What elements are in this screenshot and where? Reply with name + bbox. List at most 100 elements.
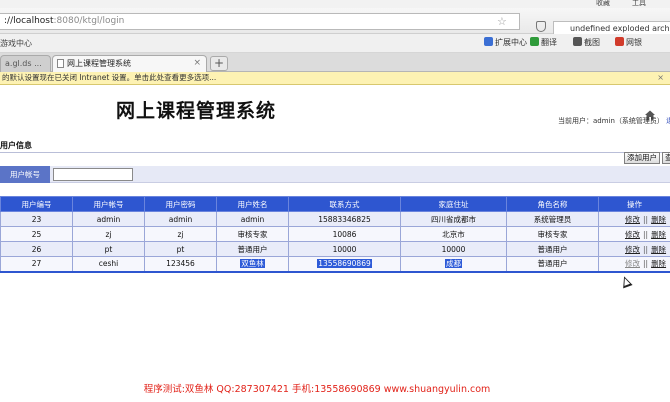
- cell-address: 北京市: [400, 226, 507, 242]
- current-user-name: admin: [593, 117, 615, 125]
- close-icon[interactable]: ×: [657, 72, 664, 84]
- close-icon[interactable]: ×: [193, 56, 201, 71]
- cell-role: 普通用户: [506, 241, 599, 257]
- bookmark-star-icon[interactable]: ☆: [497, 15, 507, 28]
- cell-id: 27: [0, 256, 73, 273]
- cell-address: 10000: [400, 241, 507, 257]
- address-bar: ://localhost:8080/ktgl/login ☆ undefined…: [0, 8, 670, 36]
- add-user-button[interactable]: 添加用户: [624, 152, 660, 164]
- search-label: 用户帐号: [0, 166, 50, 183]
- cell-actions: 修改 || 删除: [598, 226, 670, 242]
- url-host: ://localhost: [4, 16, 54, 26]
- cell-role: 审核专家: [506, 226, 599, 242]
- cell-account: zj: [72, 226, 145, 242]
- shield-icon[interactable]: [536, 21, 546, 32]
- user-table: 用户编号 用户帐号 用户密码 用户姓名 联系方式 家庭住址 角色名称 操作 23…: [0, 196, 670, 273]
- cell-password: pt: [144, 241, 217, 257]
- cell-name: 双鱼林: [216, 256, 289, 273]
- bookmark-screenshot[interactable]: 截图: [573, 37, 600, 49]
- column-header: 家庭住址: [400, 196, 507, 212]
- selected-text: 成都: [445, 259, 462, 269]
- action-separator: ||: [643, 259, 649, 269]
- cell-actions: 修改 || 删除: [598, 256, 670, 273]
- cell-role: 系统管理员: [506, 211, 599, 227]
- cell-password: zj: [144, 226, 217, 242]
- cell-password: 123456: [144, 256, 217, 273]
- browser-top-strip: 收藏 工具: [0, 0, 670, 8]
- column-header: 操作: [598, 196, 670, 212]
- cell-account: admin: [72, 211, 145, 227]
- cell-actions: 修改 || 删除: [598, 241, 670, 257]
- table-row: 23 admin admin admin 15883346825 四川省成都市 …: [0, 211, 670, 227]
- cell-role: 普通用户: [506, 256, 599, 273]
- cell-name: admin: [216, 211, 289, 227]
- column-header: 用户密码: [144, 196, 217, 212]
- bookmark-game-center[interactable]: 游戏中心: [0, 38, 32, 49]
- action-separator: ||: [643, 214, 649, 224]
- url-input[interactable]: ://localhost:8080/ktgl/login: [0, 13, 520, 30]
- selected-text: 双鱼林: [240, 259, 265, 269]
- action-separator: ||: [643, 229, 649, 239]
- cell-phone: 10086: [288, 226, 401, 242]
- mouse-cursor-icon: [619, 274, 633, 289]
- edit-link[interactable]: 修改: [625, 245, 640, 254]
- action-separator: ||: [643, 244, 649, 254]
- new-tab-button[interactable]: +: [210, 56, 228, 71]
- cell-actions: 修改 || 删除: [598, 211, 670, 227]
- edit-link[interactable]: 修改: [625, 230, 640, 239]
- tab-current[interactable]: 网上课程管理系统 ×: [52, 55, 207, 72]
- column-header: 用户编号: [0, 196, 73, 212]
- table-row: 25 zj zj 审核专家 10086 北京市 审核专家 修改 || 删除: [0, 226, 670, 242]
- delete-link[interactable]: 删除: [651, 230, 666, 239]
- section-title: 用户信息: [0, 141, 32, 150]
- cell-id: 26: [0, 241, 73, 257]
- bookmark-label: 截图: [584, 38, 600, 47]
- tools-menu[interactable]: 工具: [632, 0, 646, 8]
- column-header: 用户帐号: [72, 196, 145, 212]
- translate-icon: [530, 37, 539, 46]
- cell-id: 25: [0, 226, 73, 242]
- cell-id: 23: [0, 211, 73, 227]
- tab-previous[interactable]: a.gl.ds ...: [0, 55, 51, 72]
- delete-link[interactable]: 删除: [651, 245, 666, 254]
- cell-phone: 10000: [288, 241, 401, 257]
- cell-name: 审核专家: [216, 226, 289, 242]
- footer-credits: 程序测试:双鱼林 QQ:287307421 手机:13558690869 www…: [143, 384, 491, 395]
- search-button[interactable]: 查: [662, 152, 670, 164]
- column-header: 角色名称: [506, 196, 599, 212]
- logout-link[interactable]: 退: [666, 117, 670, 125]
- current-user-prefix: 当前用户：: [558, 117, 593, 125]
- bookmark-label: 网银: [626, 38, 642, 47]
- delete-link[interactable]: 删除: [651, 215, 666, 224]
- divider: [0, 152, 670, 153]
- account-search-input[interactable]: [53, 168, 133, 181]
- tab-label: 网上课程管理系统: [67, 59, 131, 68]
- favorites-menu[interactable]: 收藏: [596, 0, 610, 8]
- cell-account: pt: [72, 241, 145, 257]
- infobar-text: 的默认设置现在已关闭 Intranet 设置。单击此处查看更多选项...: [2, 73, 217, 82]
- column-header: 联系方式: [288, 196, 401, 212]
- cell-password: admin: [144, 211, 217, 227]
- puzzle-icon: [484, 37, 493, 46]
- tab-bar: a.gl.ds ... 网上课程管理系统 × +: [0, 53, 670, 120]
- cell-address: 四川省成都市: [400, 211, 507, 227]
- url-path: :8080/ktgl/login: [53, 16, 125, 26]
- page-icon: [57, 59, 64, 68]
- intranet-info-bar[interactable]: 的默认设置现在已关闭 Intranet 设置。单击此处查看更多选项... ×: [0, 72, 670, 85]
- edit-link[interactable]: 修改: [625, 215, 640, 224]
- column-header: 用户姓名: [216, 196, 289, 212]
- bookmark-label: 翻译: [541, 38, 557, 47]
- delete-link[interactable]: 删除: [651, 259, 666, 268]
- table-row: 27 ceshi 123456 双鱼林 13558690869 成都 普通用户 …: [0, 256, 670, 273]
- bookmark-translate[interactable]: 翻译: [530, 37, 557, 49]
- search-bar: 用户帐号: [0, 166, 670, 183]
- table-row: 26 pt pt 普通用户 10000 10000 普通用户 修改 || 删除: [0, 241, 670, 257]
- current-user-info: 当前用户：admin（系统管理员） 退: [558, 116, 670, 126]
- cell-name: 普通用户: [216, 241, 289, 257]
- scissors-icon: [573, 37, 582, 46]
- bank-icon: [615, 37, 624, 46]
- bookmark-extensions[interactable]: 扩展中心: [484, 37, 527, 49]
- bookmark-bank[interactable]: 网银: [615, 37, 642, 49]
- edit-link[interactable]: 修改: [625, 259, 640, 268]
- cell-phone: 13558690869: [288, 256, 401, 273]
